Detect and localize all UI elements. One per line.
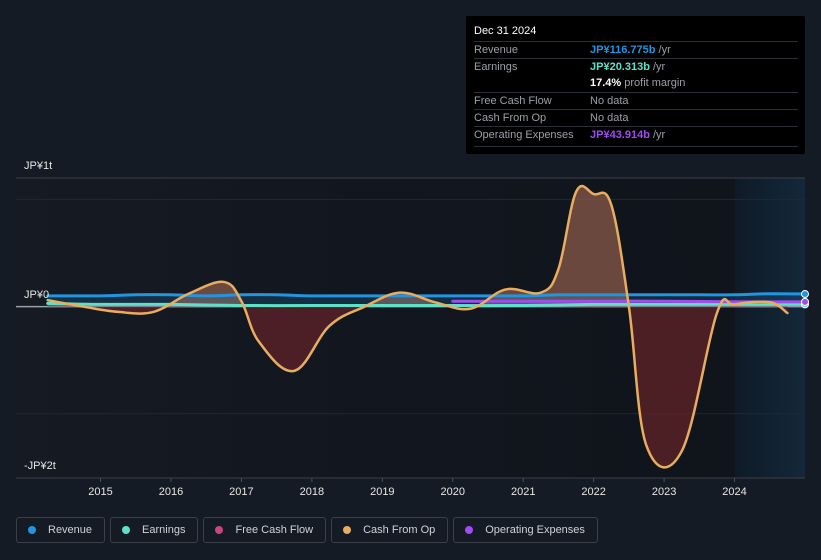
tooltip-value: JP¥116.775b: [590, 44, 656, 56]
tooltip-value: JP¥43.914b: [590, 129, 650, 141]
tooltip-row-revenue: Revenue JP¥116.775b /yr: [474, 41, 798, 59]
tooltip-row-cash-from-op: Cash From Op No data: [474, 109, 798, 127]
legend-label: Revenue: [48, 524, 93, 536]
tooltip-suffix: No data: [590, 95, 629, 107]
y-tick-label-bottom: -JP¥2t: [24, 460, 56, 472]
tooltip-row-operating-expenses: Operating Expenses JP¥43.914b /yr: [474, 126, 798, 144]
tooltip-date: Dec 31 2024: [474, 25, 537, 37]
legend-label: Cash From Op: [363, 524, 436, 536]
x-tick-label: 2016: [159, 486, 183, 498]
legend-dot-icon: [122, 526, 131, 534]
x-tick-label: 2019: [370, 486, 394, 498]
y-tick-label-top: JP¥1t: [24, 160, 53, 172]
tooltip-value: 17.4%: [590, 77, 622, 89]
tooltip-label: Earnings: [474, 61, 518, 73]
legend-dot-icon: [343, 526, 352, 534]
legend-item-operating-expenses[interactable]: Operating Expenses: [453, 517, 598, 543]
legend-item-earnings[interactable]: Earnings: [110, 517, 199, 543]
tooltip-suffix: No data: [590, 112, 629, 124]
tooltip-value: JP¥20.313b: [590, 61, 650, 73]
end-markers: [801, 290, 809, 309]
tooltip-label: Free Cash Flow: [474, 95, 552, 107]
tooltip-suffix: /yr: [655, 44, 671, 56]
legend-item-free-cash-flow[interactable]: Free Cash Flow: [203, 517, 327, 543]
legend-label: Operating Expenses: [485, 524, 585, 536]
x-tick-label: 2018: [300, 486, 324, 498]
x-tick-label: 2020: [441, 486, 465, 498]
tooltip-label: Revenue: [474, 44, 519, 56]
tooltip-divider: [474, 146, 798, 147]
legend: Revenue Earnings Free Cash Flow Cash Fro…: [16, 517, 598, 543]
operating-expenses-end-marker: [801, 297, 809, 306]
y-tick-label-zero: JP¥0: [24, 289, 50, 301]
x-tick-label: 2023: [652, 486, 676, 498]
legend-dot-icon: [28, 526, 36, 534]
tooltip-row-free-cash-flow: Free Cash Flow No data: [474, 92, 798, 110]
legend-item-revenue[interactable]: Revenue: [16, 517, 106, 543]
legend-label: Earnings: [142, 524, 186, 536]
x-tick-label: 2022: [581, 486, 605, 498]
tooltip-suffix: /yr: [649, 61, 666, 73]
tooltip-suffix: profit margin: [621, 77, 686, 89]
tooltip-row-earnings: Earnings JP¥20.313b /yr: [474, 58, 798, 76]
x-tick-label: 2015: [88, 486, 112, 498]
forecast-highlight-region: [734, 178, 805, 478]
x-tick-label: 2021: [511, 486, 535, 498]
tooltip-label: Operating Expenses: [474, 129, 574, 141]
legend-item-cash-from-op[interactable]: Cash From Op: [331, 517, 449, 543]
x-axis: 2015 2016 2017 2018 2019 2020 2021 2022 2023 2024: [16, 477, 805, 498]
tooltip-panel: Dec 31 2024 Revenue JP¥116.775b /yr Earn…: [466, 16, 805, 154]
tooltip-row-profit-margin: 17.4% profit margin: [474, 75, 798, 92]
revenue-end-marker: [801, 290, 809, 299]
legend-dot-icon: [465, 526, 474, 534]
tooltip-label: Cash From Op: [474, 112, 547, 124]
legend-label: Free Cash Flow: [235, 524, 314, 536]
x-tick-label: 2024: [722, 486, 746, 498]
legend-dot-icon: [215, 526, 224, 534]
x-tick-label: 2017: [229, 486, 253, 498]
tooltip-suffix: /yr: [649, 129, 666, 141]
